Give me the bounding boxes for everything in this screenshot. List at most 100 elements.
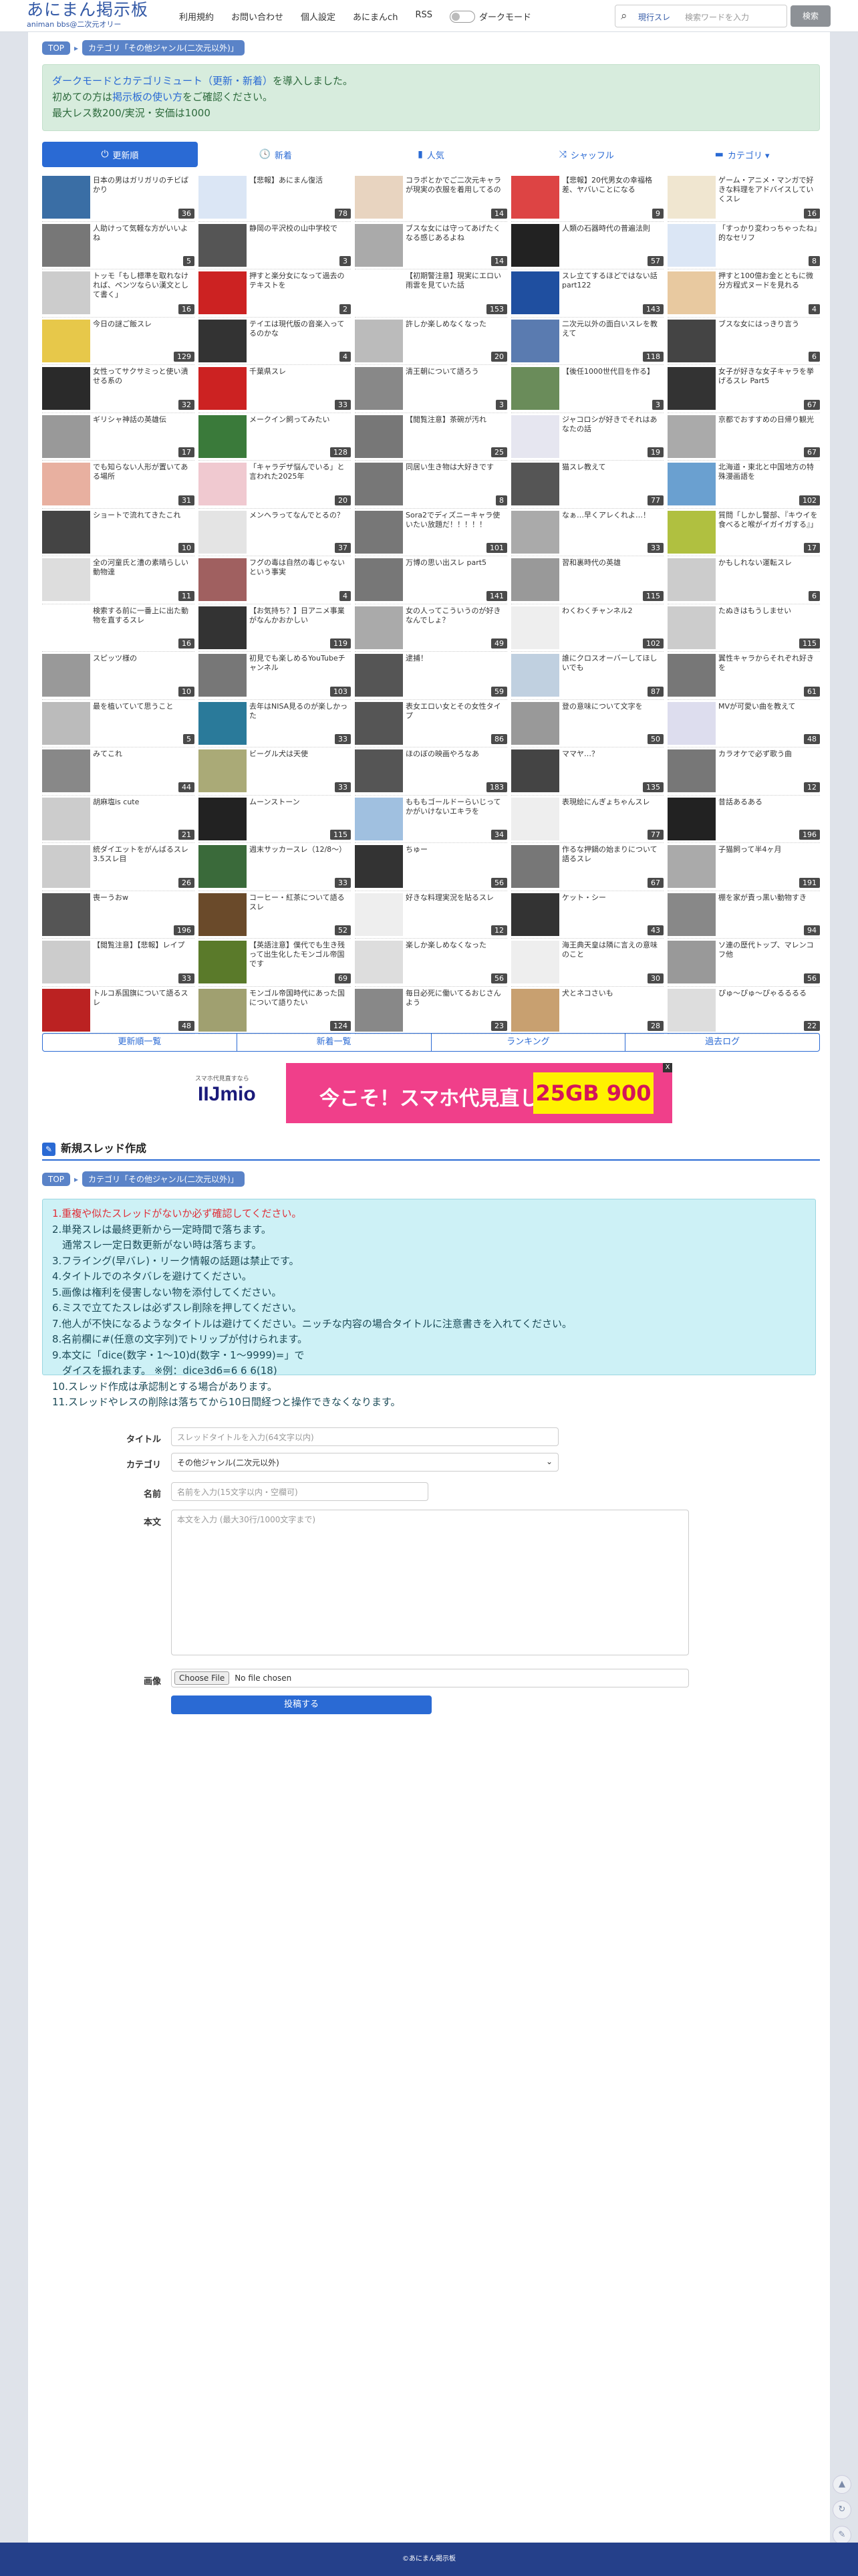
logo-main[interactable]: あにまん掲示板 bbox=[27, 1, 148, 20]
thread-item[interactable]: 【初期警注意】現実にエロい雨雲を見ていた話 153 bbox=[355, 269, 507, 318]
thread-item[interactable]: 表現絵にんぎょちゃんスレ 77 bbox=[511, 796, 664, 843]
thread-thumbnail[interactable] bbox=[198, 893, 247, 936]
thread-title[interactable]: 【悲報】20代男女の幸福格差、ヤバいことになる bbox=[562, 176, 662, 195]
thread-title[interactable]: コーヒー・紅茶について語るスレ bbox=[249, 893, 349, 912]
thread-title[interactable]: 【閲覧注意】茶碗が汚れ bbox=[406, 415, 506, 425]
thread-item[interactable]: ほのぼの映画やろなあ 183 bbox=[355, 747, 507, 796]
thread-item[interactable]: メンヘラってなんでとるの？ 37 bbox=[198, 509, 351, 556]
thread-title[interactable]: 万博の思い出スレ part5 bbox=[406, 558, 506, 568]
thread-item[interactable]: 日本の男はガリガリのチビばかり 36 bbox=[42, 174, 194, 222]
thread-thumbnail[interactable] bbox=[511, 701, 559, 745]
pen-icon[interactable]: ✎ bbox=[833, 2526, 851, 2545]
thread-item[interactable]: 女性ってサクサミっと使い潰せる系の 32 bbox=[42, 365, 194, 413]
thread-item[interactable]: ゲーム・アニメ・マンガで好きな料理をアドバイスしていくスレ 16 bbox=[668, 174, 820, 222]
thread-title[interactable]: わくわくチャンネル2 bbox=[562, 606, 662, 616]
thread-thumbnail[interactable] bbox=[198, 654, 247, 697]
thread-title[interactable]: 【初期警注意】現実にエロい雨雲を見ていた話 bbox=[406, 271, 506, 290]
thread-thumbnail[interactable] bbox=[355, 606, 403, 649]
thread-item[interactable]: 犬とネコさいも 28 bbox=[511, 987, 664, 1034]
thread-thumbnail[interactable] bbox=[42, 845, 90, 888]
thread-item[interactable]: ビーグル犬は天使 33 bbox=[198, 747, 351, 796]
thread-title[interactable]: 逮捕！ bbox=[406, 654, 506, 663]
thread-thumbnail[interactable] bbox=[198, 176, 247, 219]
thread-thumbnail[interactable] bbox=[42, 701, 90, 745]
thread-thumbnail[interactable] bbox=[668, 654, 716, 697]
thread-thumbnail[interactable] bbox=[668, 797, 716, 840]
thread-item[interactable]: 【英語注意】僕代でも生き残って出生化したモンゴル帝国です 69 bbox=[198, 939, 351, 987]
thread-thumbnail[interactable] bbox=[42, 654, 90, 697]
thread-thumbnail[interactable] bbox=[355, 463, 403, 505]
thread-thumbnail[interactable] bbox=[668, 845, 716, 888]
thread-title[interactable]: トッモ「もし標準を取れなければ、ペンツならい漢文として書く」 bbox=[93, 271, 193, 300]
thread-item[interactable]: MVが可愛い曲を教えて 48 bbox=[668, 700, 820, 747]
thread-title[interactable]: 女子が好きな女子キャラを挙げるスレ Part5 bbox=[718, 367, 819, 386]
thread-item[interactable]: フグの毒は自然の毒じゃないという事実 4 bbox=[198, 556, 351, 604]
thread-thumbnail[interactable] bbox=[198, 271, 247, 314]
thread-title[interactable]: 子猫飼って半4ヶ月 bbox=[718, 845, 819, 854]
nav-rss[interactable]: RSS bbox=[415, 10, 432, 24]
thread-thumbnail[interactable] bbox=[511, 845, 559, 888]
nav-contact[interactable]: お問い合わせ bbox=[231, 10, 283, 24]
thread-title[interactable]: 二次元以外の面白いスレを教えて bbox=[562, 320, 662, 338]
thread-thumbnail[interactable] bbox=[355, 558, 403, 601]
thread-title[interactable]: 表女エロい女とその女性タイプ bbox=[406, 702, 506, 721]
thread-item[interactable]: モンゴル帝国時代にあった国について語りたい 124 bbox=[198, 987, 351, 1034]
thread-item[interactable]: 誰にクロスオーバーしてほしいでも 87 bbox=[511, 652, 664, 700]
breadcrumb-category[interactable]: カテゴリ「その他ジャンル(二次元以外)」 bbox=[82, 40, 245, 55]
thread-thumbnail[interactable] bbox=[355, 176, 403, 219]
thread-thumbnail[interactable] bbox=[511, 271, 559, 314]
thread-item[interactable]: 子猫飼って半4ヶ月 191 bbox=[668, 843, 820, 891]
thread-thumbnail[interactable] bbox=[511, 558, 559, 601]
thread-thumbnail[interactable] bbox=[511, 797, 559, 840]
notice-howto-link[interactable]: 掲示板の使い方 bbox=[112, 91, 182, 103]
thread-item[interactable]: 人類の石器時代の普遍法則 57 bbox=[511, 222, 664, 269]
tab-category[interactable]: ▬ カテゴリ ▾ bbox=[664, 142, 820, 167]
thread-item[interactable]: 表女エロい女とその女性タイプ 86 bbox=[355, 700, 507, 747]
thread-title[interactable]: 女の人ってこういうのが好きなんでしょ？ bbox=[406, 606, 506, 625]
thread-thumbnail[interactable] bbox=[355, 654, 403, 697]
thread-title[interactable]: コラボとかでご二次元キャラが現実の衣服を着用してるの bbox=[406, 176, 506, 195]
thread-thumbnail[interactable] bbox=[355, 271, 403, 314]
thread-title[interactable]: 京都でおすすめの日帰り観光 bbox=[718, 415, 819, 425]
breadcrumb-top[interactable]: TOP bbox=[42, 1172, 71, 1186]
thread-item[interactable]: 逮捕！ 59 bbox=[355, 652, 507, 700]
thread-item[interactable]: 押すと楽分女になって過去のテキストを 2 bbox=[198, 269, 351, 318]
thread-item[interactable]: 好きな料理実況を貼るスレ 12 bbox=[355, 891, 507, 939]
name-input[interactable]: 名前を入力(15文字以内・空欄可) bbox=[171, 1482, 428, 1501]
thread-item[interactable]: スピッツ様の 10 bbox=[42, 652, 194, 700]
category-select[interactable]: その他ジャンル(二次元以外) ⌄ bbox=[171, 1453, 559, 1472]
thread-title[interactable]: 初見でも楽しめるYouTubeチャンネル bbox=[249, 654, 349, 673]
thread-title[interactable]: みてこれ bbox=[93, 749, 193, 759]
thread-thumbnail[interactable] bbox=[668, 510, 716, 554]
thread-thumbnail[interactable] bbox=[198, 797, 247, 840]
thread-title[interactable]: 許しか楽しめなくなった bbox=[406, 320, 506, 329]
thread-item[interactable]: スレ立てするほどではない話part122 143 bbox=[511, 269, 664, 318]
thread-title[interactable]: 【お気持ち？】日アニメ事業がなんかおかしい bbox=[249, 606, 349, 625]
thread-item[interactable]: コラボとかでご二次元キャラが現実の衣服を着用してるの 14 bbox=[355, 174, 507, 222]
thread-title[interactable]: 押すと楽分女になって過去のテキストを bbox=[249, 271, 349, 290]
thread-thumbnail[interactable] bbox=[42, 271, 90, 314]
thread-title[interactable]: ムーンストーン bbox=[249, 798, 349, 807]
tab-updated[interactable]: ⏻ 更新順 bbox=[42, 142, 198, 167]
thread-item[interactable]: 京都でおすすめの日帰り観光 67 bbox=[668, 413, 820, 461]
thread-title[interactable]: 【閲覧注意】【悲報】レイプ bbox=[93, 941, 193, 950]
thread-title[interactable]: 女性ってサクサミっと使い潰せる系の bbox=[93, 367, 193, 386]
thread-title[interactable]: MVが可愛い曲を教えて bbox=[718, 702, 819, 711]
thread-thumbnail[interactable] bbox=[198, 510, 247, 554]
thread-title[interactable]: 北海道・東北と中国地方の特殊漫画語を bbox=[718, 463, 819, 481]
thread-thumbnail[interactable] bbox=[42, 463, 90, 505]
thread-item[interactable]: 許しか楽しめなくなった 20 bbox=[355, 318, 507, 365]
thread-title[interactable]: 登の意味について文字を bbox=[562, 702, 662, 711]
thread-title[interactable]: 誰にクロスオーバーしてほしいでも bbox=[562, 654, 662, 673]
thread-title[interactable]: ブスな女にはっきり言う bbox=[718, 320, 819, 329]
thread-title[interactable]: 好きな料理実況を貼るスレ bbox=[406, 893, 506, 903]
thread-thumbnail[interactable] bbox=[42, 319, 90, 362]
submit-button[interactable]: 投稿する bbox=[171, 1695, 432, 1714]
thread-title[interactable]: 「キャラデザ悩んでいる」と言われた2025年 bbox=[249, 463, 349, 481]
thread-thumbnail[interactable] bbox=[355, 415, 403, 458]
thread-thumbnail[interactable] bbox=[355, 988, 403, 1032]
thread-thumbnail[interactable] bbox=[198, 367, 247, 410]
thread-item[interactable]: みてこれ 44 bbox=[42, 747, 194, 796]
thread-item[interactable]: ママヤ…？ 135 bbox=[511, 747, 664, 796]
thread-title[interactable]: 【後任1000世代目を作る】 bbox=[562, 367, 662, 376]
